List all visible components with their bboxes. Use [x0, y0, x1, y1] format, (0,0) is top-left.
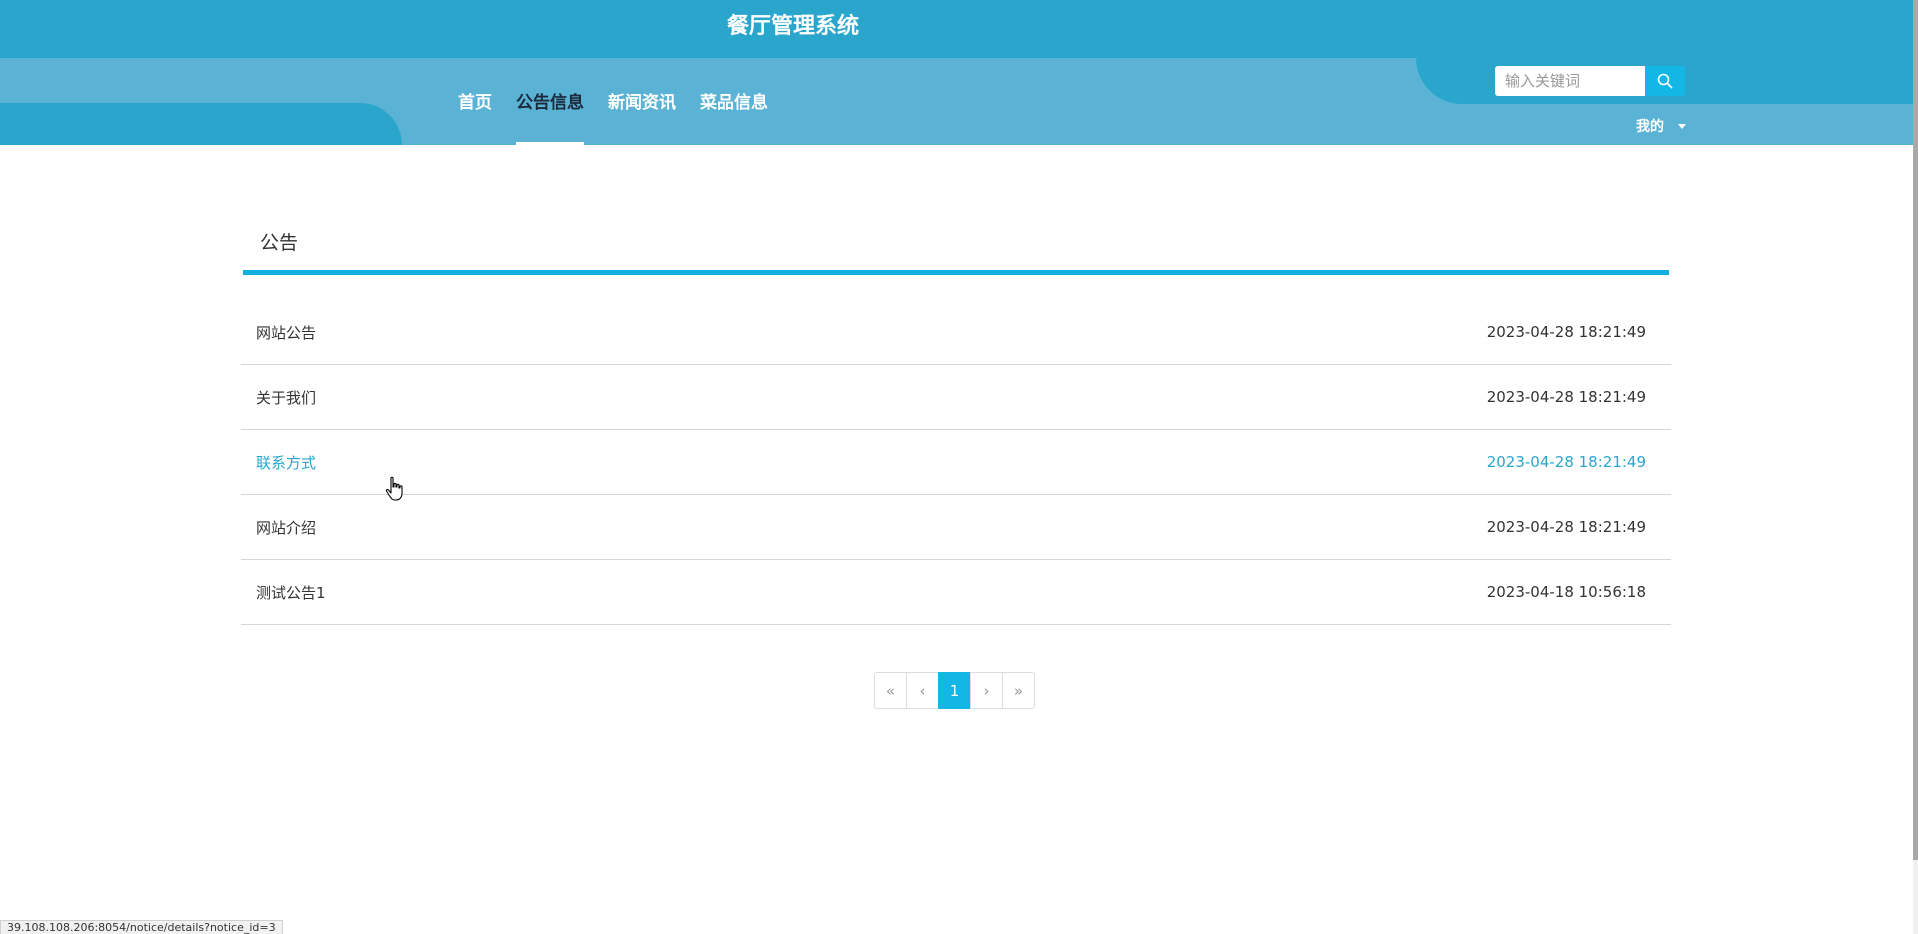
notice-time: 2023-04-28 18:21:49 — [1486, 453, 1646, 471]
user-menu[interactable]: 我的 — [1636, 116, 1686, 136]
notice-row[interactable]: 关于我们 2023-04-28 18:21:49 — [241, 365, 1671, 430]
search-button[interactable] — [1645, 66, 1685, 96]
pagination-last-button[interactable]: » — [1002, 672, 1035, 709]
notice-list: 网站公告 2023-04-28 18:21:49 关于我们 2023-04-28… — [241, 300, 1671, 625]
search-box — [1495, 66, 1685, 96]
nav-item-home[interactable]: 首页 — [458, 58, 504, 145]
notice-row[interactable]: 网站公告 2023-04-28 18:21:49 — [241, 300, 1671, 365]
pagination-next-button[interactable]: › — [970, 672, 1003, 709]
notice-title: 联系方式 — [256, 453, 317, 472]
caret-down-icon — [1678, 123, 1686, 129]
user-menu-label: 我的 — [1636, 119, 1664, 135]
notice-time: 2023-04-28 18:21:49 — [1486, 518, 1646, 536]
hand-cursor-icon — [385, 476, 403, 501]
scrollbar-thumb[interactable] — [1913, 0, 1918, 860]
search-input[interactable] — [1495, 66, 1645, 96]
site-title: 餐厅管理系统 — [726, 14, 859, 39]
nav-item-notices[interactable]: 公告信息 — [504, 58, 596, 145]
notice-title: 网站介绍 — [256, 518, 317, 537]
site-header: 餐厅管理系统 首页 公告信息 新闻资讯 菜品信息 我的 — [0, 0, 1913, 145]
pagination-prev-button[interactable]: ‹ — [906, 672, 939, 709]
status-bar-url: 39.108.108.206:8054/notice/details?notic… — [0, 920, 283, 934]
notice-title: 测试公告1 — [256, 583, 326, 602]
notice-row[interactable]: 联系方式 2023-04-28 18:21:49 — [241, 430, 1671, 495]
pagination: « ‹ 1 › » — [874, 672, 1035, 709]
pagination-page-current[interactable]: 1 — [938, 672, 971, 709]
search-icon — [1657, 73, 1673, 89]
nav-item-news[interactable]: 新闻资讯 — [596, 58, 688, 145]
nav-item-dishes[interactable]: 菜品信息 — [688, 58, 780, 145]
section-divider — [243, 270, 1669, 275]
notice-title: 关于我们 — [256, 388, 317, 407]
notice-title: 网站公告 — [256, 323, 317, 342]
scrollbar[interactable] — [1913, 0, 1918, 934]
main-nav: 首页 公告信息 新闻资讯 菜品信息 — [458, 58, 780, 145]
notice-time: 2023-04-28 18:21:49 — [1486, 323, 1646, 341]
page: 餐厅管理系统 首页 公告信息 新闻资讯 菜品信息 我的 公告 — [0, 0, 1918, 934]
notice-row[interactable]: 测试公告1 2023-04-18 10:56:18 — [241, 560, 1671, 625]
section-title: 公告 — [260, 232, 299, 254]
header-decoration-left — [0, 103, 402, 145]
pagination-first-button[interactable]: « — [874, 672, 907, 709]
notice-row[interactable]: 网站介绍 2023-04-28 18:21:49 — [241, 495, 1671, 560]
notice-time: 2023-04-28 18:21:49 — [1486, 388, 1646, 406]
notice-time: 2023-04-18 10:56:18 — [1486, 583, 1646, 601]
